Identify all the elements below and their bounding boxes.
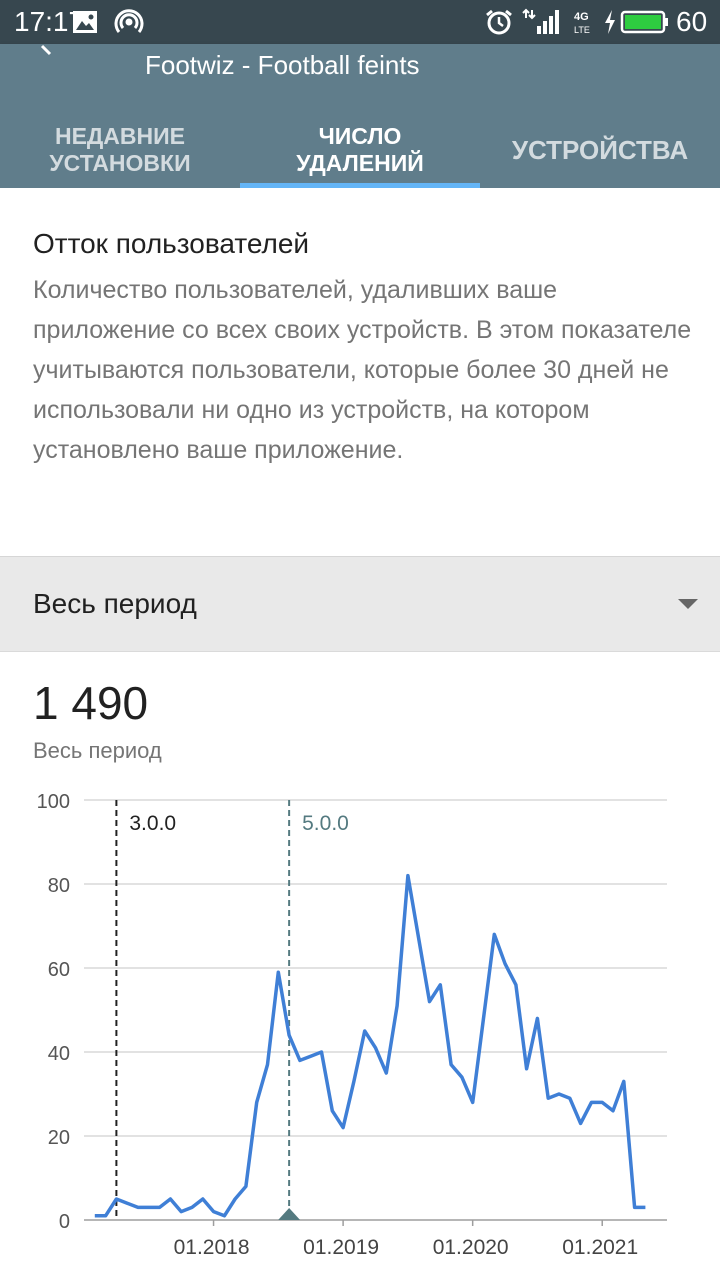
- y-tick-label: 20: [48, 1127, 70, 1149]
- metric-caption: Весь период: [33, 738, 162, 763]
- hotspot-icon: [114, 9, 144, 33]
- release-marker-label: 3.0.0: [129, 812, 176, 835]
- period-dropdown-value: Весь период: [33, 588, 197, 619]
- info-card: Отток пользователей Количество пользоват…: [0, 188, 720, 556]
- status-bar: 17:17 4G LTE 60: [0, 0, 720, 44]
- y-tick-label: 0: [59, 1211, 70, 1233]
- x-tick-label: 01.2021: [562, 1236, 638, 1259]
- battery-level: 60: [676, 6, 708, 37]
- alarm-icon: [486, 9, 512, 35]
- svg-text:4G: 4G: [574, 11, 589, 23]
- battery-icon: [620, 10, 668, 34]
- section-description: Количество пользователей, удаливших ваше…: [33, 276, 692, 464]
- section-title: Отток пользователей: [33, 228, 310, 259]
- tab-label: НЕДАВНИЕ УСТАНОВКИ: [49, 123, 191, 176]
- image-icon: [73, 11, 97, 33]
- tab-label: ЧИСЛО УДАЛЕНИЙ: [296, 123, 424, 176]
- app-title: Footwiz - Football feints: [145, 50, 420, 80]
- release-marker-label: 5.0.0: [302, 812, 349, 835]
- tab-recent-installs[interactable]: НЕДАВНИЕ УСТАНОВКИ: [0, 114, 240, 186]
- y-tick-label: 80: [48, 875, 70, 897]
- x-tick-label: 01.2019: [303, 1236, 379, 1259]
- period-dropdown[interactable]: Весь период: [0, 556, 720, 652]
- uninstalls-line-chart: 0 20 40 60 80 100 01.2018 01.2019 01.2020 01.2021…: [37, 791, 667, 1259]
- y-tick-label: 100: [37, 791, 70, 813]
- tab-uninstalls[interactable]: ЧИСЛО УДАЛЕНИЙ: [240, 114, 480, 186]
- 4g-lte-icon: 4G LTE: [574, 11, 590, 35]
- signal-icon: [522, 8, 559, 34]
- svg-text:LTE: LTE: [574, 25, 590, 35]
- y-tick-label: 60: [48, 959, 70, 981]
- y-tick-label: 40: [48, 1043, 70, 1065]
- metric-total-value: 1 490: [33, 677, 149, 729]
- x-tick-label: 01.2020: [433, 1236, 509, 1259]
- back-arrow-icon[interactable]: [38, 44, 64, 58]
- tab-label: УСТРОЙСТВА: [511, 134, 689, 165]
- release-marker-triangle: [278, 1208, 301, 1220]
- app-header: Footwiz - Football feints НЕДАВНИЕ УСТАН…: [0, 44, 720, 188]
- uninstalls-series-line: [94, 873, 646, 1218]
- charging-icon: [605, 10, 615, 34]
- x-tick-label: 01.2018: [174, 1236, 250, 1259]
- dropdown-arrow-icon: [678, 599, 698, 609]
- tab-devices[interactable]: УСТРОЙСТВА: [480, 114, 720, 186]
